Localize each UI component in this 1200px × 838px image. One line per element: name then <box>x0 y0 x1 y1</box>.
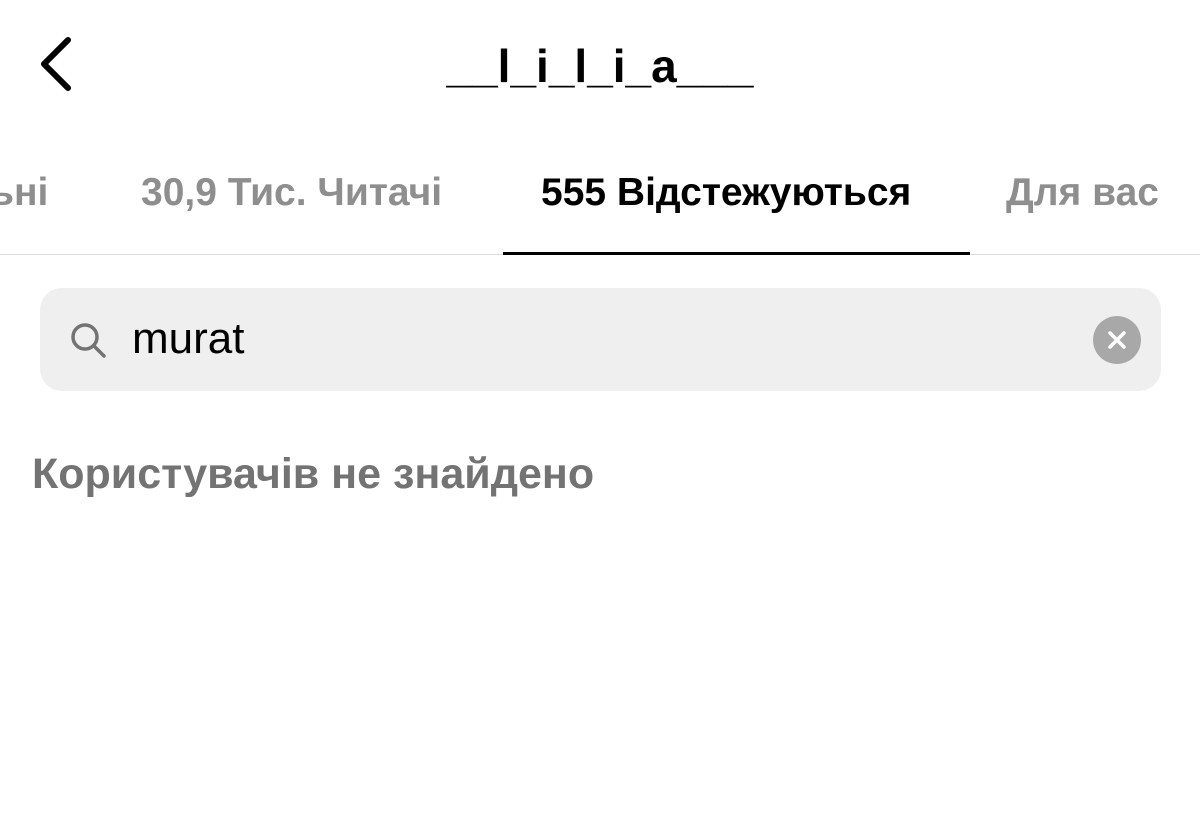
search-input[interactable] <box>132 311 1072 367</box>
tab-following[interactable]: 555 Відстежуються <box>541 168 911 218</box>
search-bar[interactable] <box>40 288 1161 391</box>
active-tab-indicator <box>503 252 970 255</box>
follow-tabs: ьні 30,9 Тис. Читачі 555 Відстежуються Д… <box>0 130 1200 254</box>
header: __l_i_l_i_a___ <box>0 0 1200 130</box>
tab-mutual[interactable]: ьні <box>0 168 48 218</box>
profile-username-title: __l_i_l_i_a___ <box>446 40 754 92</box>
tab-followers[interactable]: 30,9 Тис. Читачі <box>141 168 442 218</box>
no-users-found-message: Користувачів не знайдено <box>32 450 595 498</box>
clear-search-button[interactable] <box>1093 316 1141 364</box>
clear-icon <box>1108 331 1126 349</box>
search-icon <box>71 323 106 358</box>
tab-for-you[interactable]: Для вас <box>1006 168 1159 218</box>
